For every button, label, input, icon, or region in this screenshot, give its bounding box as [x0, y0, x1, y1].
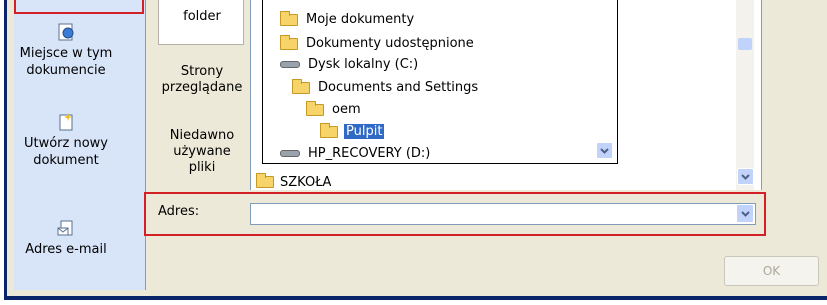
file-list-scrollbar[interactable]	[736, 0, 754, 190]
list-item-label: SZKOŁA	[280, 174, 332, 190]
tree-item-label: Dokumenty udostępnione	[306, 36, 474, 51]
folder-icon	[256, 173, 274, 188]
tree-item-dokumenty-udostepnione[interactable]: Dokumenty udostępnione	[280, 34, 476, 53]
folder-icon	[280, 10, 298, 26]
browsed-pages-label-2: przeglądane	[161, 80, 243, 95]
link-place-label-2: dokumencie	[26, 63, 106, 78]
link-option-highlight	[14, 0, 144, 14]
tree-item-dysk-lokalny[interactable]: Dysk lokalny (C:)	[280, 55, 420, 74]
folder-icon	[320, 122, 338, 138]
recent-files-label-1: Niedawno	[169, 128, 235, 143]
address-label: Adres:	[158, 204, 200, 219]
drive-icon	[280, 150, 300, 157]
tree-item-label: Documents and Settings	[318, 80, 479, 95]
link-email-label: Adres e-mail	[25, 242, 107, 257]
tree-item-label: Pulpit	[344, 124, 385, 139]
link-create-label-2: dokument	[33, 153, 99, 168]
tree-item-label: HP_RECOVERY (D:)	[308, 146, 431, 161]
tree-item-oem[interactable]: oem	[306, 100, 363, 119]
email-icon	[57, 220, 73, 236]
scrollbar-thumb[interactable]	[738, 38, 752, 50]
link-create-label-1: Utwórz nowy	[23, 136, 109, 151]
link-create-new-document[interactable]: Utwórz nowy dokument	[0, 112, 132, 169]
folder-icon	[292, 78, 310, 94]
tree-item-moje-dokumenty[interactable]: Moje dokumenty	[280, 10, 416, 29]
tree-item-label: Dysk lokalny (C:)	[308, 57, 419, 72]
link-place-in-document[interactable]: Miejsce w tym dokumencie	[0, 22, 132, 79]
address-input[interactable]	[250, 203, 756, 225]
link-place-label-1: Miejsce w tym	[19, 46, 113, 61]
ok-button[interactable]: OK	[724, 256, 819, 286]
look-in-dropdown-button[interactable]	[596, 142, 613, 159]
folder-icon	[306, 100, 324, 116]
tree-item-label: Moje dokumenty	[306, 12, 415, 27]
chevron-down-icon	[600, 147, 609, 154]
recent-files-label-2: używane	[173, 144, 231, 159]
tree-item-hp-recovery[interactable]: HP_RECOVERY (D:)	[280, 144, 432, 163]
look-in-browsed-pages[interactable]: Strony przeglądane	[154, 64, 250, 96]
new-document-icon	[59, 113, 73, 131]
look-in-current-folder-label[interactable]: folder	[154, 9, 250, 25]
tree-item-pulpit[interactable]: Pulpit	[320, 122, 385, 141]
browsed-pages-label-1: Strony	[180, 64, 224, 79]
recent-files-label-3: pliki	[188, 160, 216, 175]
place-in-document-icon	[58, 23, 74, 41]
current-folder-label: folder	[183, 9, 221, 24]
chevron-down-icon	[740, 210, 750, 217]
address-dropdown-button[interactable]	[736, 204, 754, 223]
tree-item-label: oem	[332, 102, 361, 117]
tree-item-documents-and-settings[interactable]: Documents and Settings	[292, 78, 480, 97]
look-in-recent-files[interactable]: Niedawno używane pliki	[154, 128, 250, 176]
link-email-address[interactable]: Adres e-mail	[0, 218, 132, 258]
list-item[interactable]: SZKOŁA	[256, 173, 331, 191]
dialog-bottom-border	[4, 296, 827, 300]
folder-icon	[280, 34, 298, 50]
drive-icon	[280, 61, 300, 68]
chevron-down-icon	[741, 173, 750, 180]
scroll-down-button[interactable]	[737, 168, 754, 185]
